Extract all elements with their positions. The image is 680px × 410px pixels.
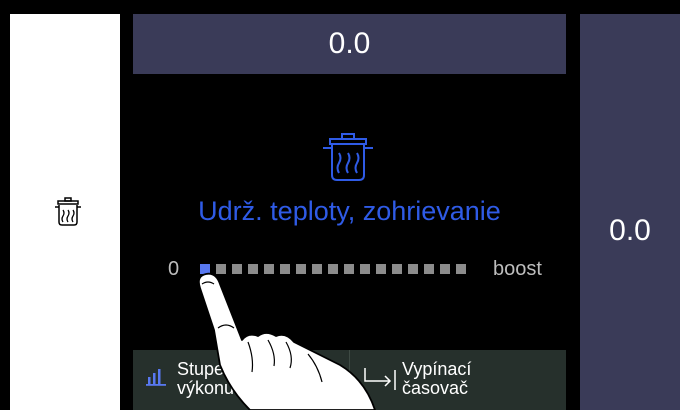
power-step[interactable] <box>392 264 402 274</box>
timer-line2: časovač <box>402 378 469 398</box>
scale-min-label: 0 <box>168 258 180 280</box>
pot-with-steam-icon <box>323 133 373 181</box>
top-value-display[interactable]: 0.0 <box>133 14 566 74</box>
bars-icon <box>146 369 166 386</box>
cooktop-screen: 0.0 0.0 Udrž. teploty, zohrievanie 0 boo… <box>0 0 680 410</box>
power-step[interactable] <box>424 264 434 274</box>
top-value: 0.0 <box>328 27 371 60</box>
timer-label: Vypínací časovač <box>402 360 542 398</box>
mode-title: Udrž. teploty, zohrievanie <box>198 196 501 226</box>
power-step[interactable] <box>440 264 450 274</box>
scale-max-label: boost <box>493 258 542 280</box>
timer-line1: Vypínací <box>402 359 472 379</box>
power-step[interactable] <box>408 264 418 274</box>
hand-pointer-icon <box>197 272 376 410</box>
right-value: 0.0 <box>609 214 651 247</box>
zone-right-panel[interactable]: 0.0 <box>580 14 680 410</box>
power-step[interactable] <box>456 264 466 274</box>
zone-left-panel[interactable] <box>10 14 120 410</box>
pot-with-steam-icon <box>55 197 81 226</box>
